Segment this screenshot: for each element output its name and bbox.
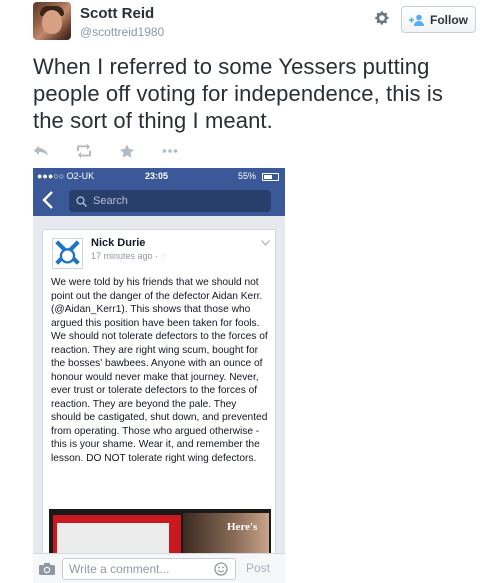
camera-icon[interactable]	[38, 562, 56, 576]
embedded-phone-screenshot: ●●●○○ O2-UK 23:05 55% Search Nick Durie …	[33, 168, 285, 583]
add-user-icon	[409, 14, 424, 26]
carrier-label: ●●●○○ O2-UK	[37, 171, 95, 181]
post-image-caption: Here's	[227, 521, 258, 533]
search-placeholder: Search	[93, 195, 128, 207]
back-icon[interactable]	[42, 191, 54, 209]
facebook-post: Nick Durie 17 minutes ago · ◌ We were to…	[42, 229, 276, 574]
chevron-down-icon[interactable]	[261, 240, 270, 246]
smiley-icon[interactable]	[214, 562, 228, 576]
search-icon	[76, 195, 87, 207]
comment-input[interactable]: Write a comment...	[62, 558, 236, 580]
search-input[interactable]: Search	[69, 190, 271, 212]
battery-icon	[262, 173, 279, 181]
clock: 23:05	[145, 171, 169, 181]
battery-percent: 55%	[238, 171, 257, 181]
post-author[interactable]: Nick Durie	[91, 237, 145, 249]
reply-icon[interactable]	[33, 144, 49, 158]
tweet-actions	[33, 143, 205, 159]
status-bar: ●●●○○ O2-UK 23:05 55%	[33, 168, 285, 185]
user-name[interactable]: Scott Reid	[80, 5, 154, 22]
comment-bar: Write a comment... Post	[33, 553, 285, 583]
post-button[interactable]: Post	[246, 561, 270, 575]
favorite-icon[interactable]	[119, 144, 135, 158]
comment-placeholder: Write a comment...	[69, 562, 170, 576]
follow-button[interactable]: Follow	[401, 6, 476, 33]
facebook-nav-bar: Search	[33, 185, 285, 216]
post-body: We were told by his friends that we shou…	[51, 277, 268, 464]
gear-icon[interactable]	[374, 10, 390, 26]
follow-label: Follow	[430, 12, 468, 27]
retweet-icon[interactable]	[76, 143, 92, 159]
tweet-header: Scott Reid @scottreid1980 Follow	[0, 0, 480, 52]
post-timestamp: 17 minutes ago · ◌	[91, 251, 166, 261]
user-handle[interactable]: @scottreid1980	[80, 25, 164, 39]
post-avatar[interactable]	[52, 238, 83, 269]
more-icon[interactable]	[162, 144, 178, 158]
tweet-text: When I referred to some Yessers putting …	[33, 54, 443, 133]
avatar[interactable]	[33, 2, 71, 40]
